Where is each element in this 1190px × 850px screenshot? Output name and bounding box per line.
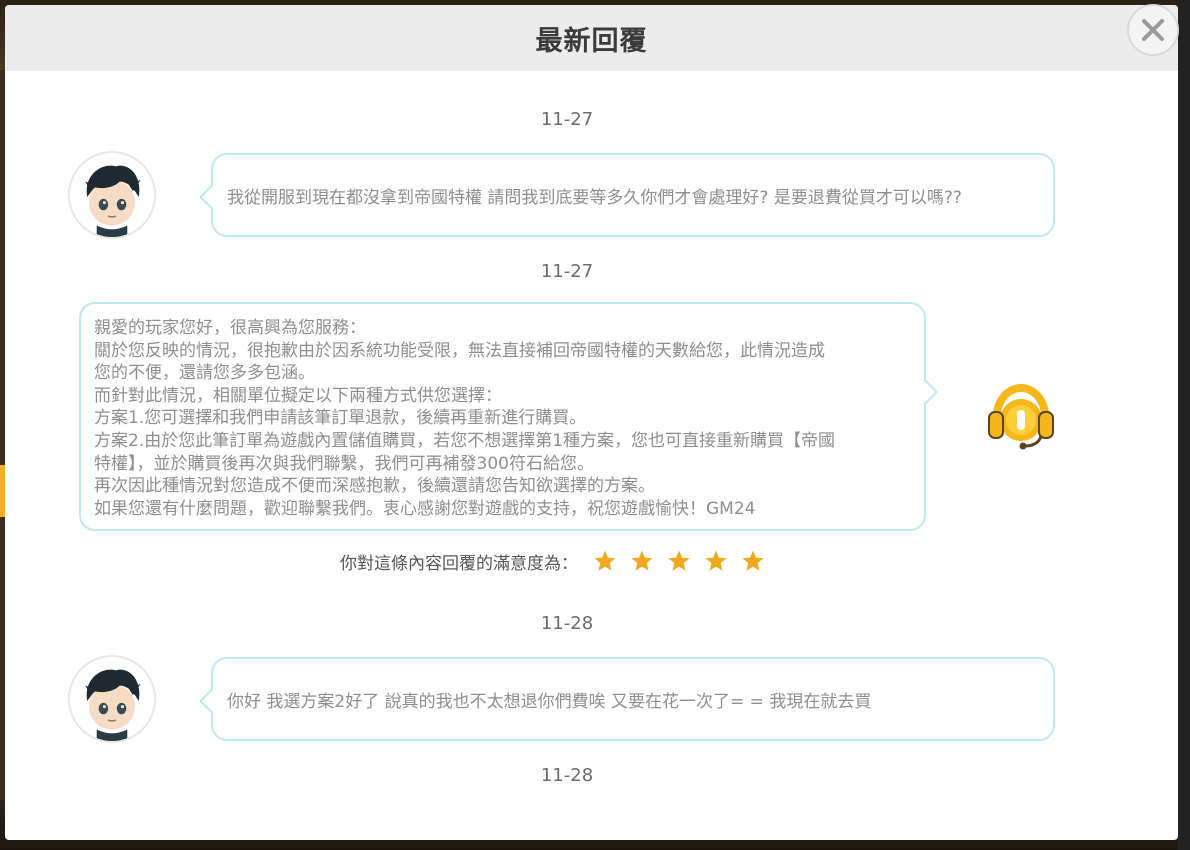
dialog-title: 最新回覆 xyxy=(535,25,648,57)
gm-message-line: 關於您反映的情況，很抱歉由於因系統功能受限，無法直接補回帝國特權的天數給您，此情… xyxy=(94,340,825,361)
message-date: 11-28 xyxy=(540,765,594,786)
gm-message-line: 方案1.您可選擇和我們申請該筆訂單退款，後續再重新進行購買。 xyxy=(94,408,587,429)
star-icon[interactable] xyxy=(592,548,618,574)
gm-message-line: 特權】，並於購買後再次與我們聯繫，我們可再補發300符石給您。 xyxy=(94,453,594,474)
satisfaction-rating: 你對這條內容回覆的滿意度為： xyxy=(340,546,777,576)
player-avatar xyxy=(68,151,156,239)
star-icon[interactable] xyxy=(703,548,729,574)
gm-message-bubble: 親愛的玩家您好，很高興為您服務： 關於您反映的情況，很抱歉由於因系統功能受限，無… xyxy=(79,302,938,531)
gm-message-line: 而針對此情況，相關單位擬定以下兩種方式供您選擇： xyxy=(94,385,502,406)
gm-message-line: 方案2.由於您此筆訂單為遊戲內置儲值購買，若您不想選擇第1種方案，您也可直接重新… xyxy=(94,430,836,451)
player-message-bubble: 你好 我選方案2好了 說真的我也不太想退你們費唉 又要在花一次了= = 我現在就… xyxy=(199,657,1055,741)
message-date: 11-27 xyxy=(540,109,594,130)
gm-message-line: 親愛的玩家您好，很高興為您服務： xyxy=(94,318,366,338)
player-message-text: 我從開服到現在都沒拿到帝國特權 請問我到底要等多久你們才會處理好? 是要退費從買… xyxy=(227,187,962,208)
rating-label: 你對這條內容回覆的滿意度為： xyxy=(340,553,578,574)
dialog-header: 最新回覆 xyxy=(5,5,1178,71)
star-icon[interactable] xyxy=(666,548,692,574)
close-icon xyxy=(1142,19,1164,41)
message-date: 11-27 xyxy=(540,261,594,282)
gm-message-line: 再次因此種情況對您造成不便而深感抱歉，後續還請您告知欲選擇的方案。 xyxy=(94,476,655,497)
gm-message-line: 您的不便，還請您多多包涵。 xyxy=(94,363,315,384)
gm-message-line: 如果您還有什麼問題，歡迎聯繫我們。衷心感謝您對遊戲的支持，祝您遊戲愉快！GM24 xyxy=(94,498,756,519)
player-message-text: 你好 我選方案2好了 說真的我也不太想退你們費唉 又要在花一次了= = 我現在就… xyxy=(227,691,872,712)
background-right xyxy=(1178,0,1190,850)
star-icon[interactable] xyxy=(740,548,766,574)
close-button[interactable] xyxy=(1127,4,1179,56)
player-message-bubble: 我從開服到現在都沒拿到帝國特權 請問我到底要等多久你們才會處理好? 是要退費從買… xyxy=(199,153,1055,237)
rating-stars xyxy=(592,548,777,574)
message-date: 11-28 xyxy=(540,613,594,634)
headset-icon xyxy=(985,382,1057,452)
gm-message-text: 親愛的玩家您好，很高興為您服務： 關於您反映的情況，很抱歉由於因系統功能受限，無… xyxy=(81,304,924,530)
player-avatar xyxy=(68,655,156,743)
star-icon[interactable] xyxy=(629,548,655,574)
